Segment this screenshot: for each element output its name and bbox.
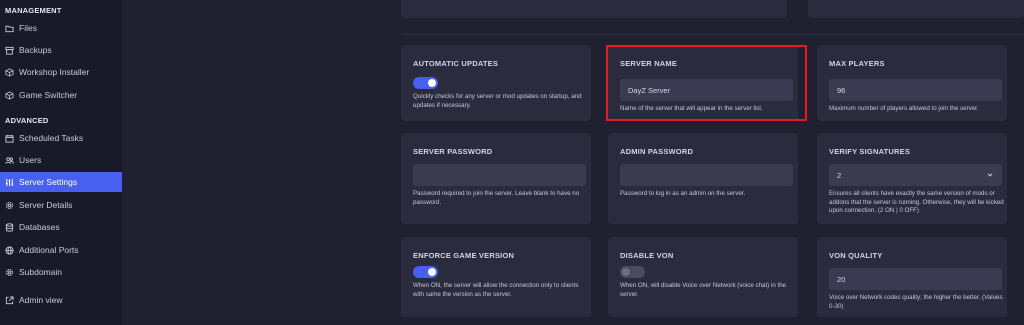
sidebar-item-label: Additional Ports — [19, 245, 79, 255]
sidebar-item-label: Workshop Installer — [19, 67, 90, 77]
sidebar-item-server-details[interactable]: Server Details — [0, 195, 122, 215]
disable-von-toggle[interactable] — [620, 266, 645, 278]
sidebar-item-scheduled-tasks[interactable]: Scheduled Tasks — [0, 128, 122, 148]
cube-icon — [5, 67, 14, 77]
section-title-management: MANAGEMENT — [5, 6, 62, 15]
users-icon — [5, 156, 14, 165]
sidebar-item-subdomain[interactable]: Subdomain — [0, 262, 122, 282]
card-title: AUTOMATIC UPDATES — [413, 59, 499, 68]
automatic-updates-toggle[interactable] — [413, 77, 438, 89]
chevron-down-icon — [987, 173, 993, 177]
sidebar-item-label: Server Settings — [19, 177, 78, 187]
von-quality-input[interactable]: 20 — [829, 268, 1002, 290]
sidebar-item-databases[interactable]: Databases — [0, 217, 122, 237]
card-description: When ON, the server will allow the conne… — [413, 282, 579, 298]
folder-icon — [5, 24, 14, 33]
section-divider — [401, 34, 1024, 35]
sidebar-item-label: Files — [19, 23, 37, 33]
sidebar-item-label: Scheduled Tasks — [19, 133, 84, 143]
sidebar-item-label: Game Switcher — [19, 90, 78, 100]
gear-icon — [5, 201, 14, 210]
card-title: ADMIN PASSWORD — [620, 147, 694, 156]
sidebar: MANAGEMENT Files Backups Workshop Instal… — [0, 0, 122, 325]
card-description: When ON, will disable Voice over Network… — [620, 282, 787, 298]
card-title: DISABLE VON — [620, 251, 674, 260]
external-link-icon — [5, 295, 14, 305]
globe-icon — [5, 245, 14, 255]
sidebar-item-label: Admin view — [19, 295, 63, 305]
card-title: MAX PLAYERS — [829, 59, 885, 68]
card-enforce-game-version: ENFORCE GAME VERSION When ON, the server… — [401, 237, 591, 317]
previous-card — [808, 0, 1024, 18]
max-players-input[interactable]: 96 — [829, 79, 1002, 101]
card-description: Maximum number of players allowed to joi… — [829, 105, 979, 112]
section-title-advanced: ADVANCED — [5, 116, 49, 125]
card-description: Password to log in as an admin on the se… — [620, 190, 746, 197]
card-verify-signatures: VERIFY SIGNATURES 2 Ensures all clients … — [817, 133, 1007, 224]
card-server-password: SERVER PASSWORD Password required to joi… — [401, 133, 591, 224]
card-disable-von: DISABLE VON When ON, will disable Voice … — [608, 237, 798, 317]
card-description: Voice over Network codec quality; the hi… — [829, 294, 1003, 310]
sliders-icon — [5, 178, 14, 187]
archive-icon — [5, 46, 14, 55]
database-icon — [5, 222, 14, 232]
sidebar-item-workshop-installer[interactable]: Workshop Installer — [0, 62, 122, 82]
calendar-icon — [5, 134, 14, 143]
sidebar-item-label: Subdomain — [19, 267, 63, 277]
sidebar-item-label: Users — [19, 155, 42, 165]
card-description: Password required to join the server. Le… — [413, 190, 580, 206]
sidebar-item-users[interactable]: Users — [0, 150, 122, 170]
card-automatic-updates: AUTOMATIC UPDATES Quickly checks for any… — [401, 45, 591, 121]
card-title: ENFORCE GAME VERSION — [413, 251, 515, 260]
highlight-box — [606, 45, 807, 121]
card-title: VERIFY SIGNATURES — [829, 147, 911, 156]
verify-signatures-select[interactable]: 2 — [829, 164, 1002, 186]
card-description: Quickly checks for any server or mod upd… — [413, 93, 582, 109]
card-title: SERVER PASSWORD — [413, 147, 493, 156]
card-max-players: MAX PLAYERS 96 Maximum number of players… — [817, 45, 1007, 121]
sidebar-item-label: Backups — [19, 45, 52, 55]
gear-icon — [5, 268, 14, 277]
cube-icon — [5, 90, 14, 100]
sidebar-item-game-switcher[interactable]: Game Switcher — [0, 85, 122, 105]
card-von-quality: VON QUALITY 20 Voice over Network codec … — [817, 237, 1007, 317]
previous-card — [401, 0, 787, 18]
sidebar-item-server-settings[interactable]: Server Settings — [0, 172, 122, 192]
sidebar-item-backups[interactable]: Backups — [0, 40, 122, 60]
sidebar-item-additional-ports[interactable]: Additional Ports — [0, 240, 122, 260]
server-password-input[interactable] — [413, 164, 586, 186]
sidebar-item-label: Server Details — [19, 200, 73, 210]
card-description: Ensures all clients have exactly the sam… — [829, 190, 1004, 214]
admin-password-input[interactable] — [620, 164, 793, 186]
enforce-game-version-toggle[interactable] — [413, 266, 438, 278]
card-title: VON QUALITY — [829, 251, 883, 260]
sidebar-item-files[interactable]: Files — [0, 18, 122, 38]
sidebar-item-admin-view[interactable]: Admin view — [0, 290, 122, 310]
sidebar-item-label: Databases — [19, 222, 60, 232]
card-admin-password: ADMIN PASSWORD Password to log in as an … — [608, 133, 798, 224]
select-value: 2 — [837, 170, 842, 180]
